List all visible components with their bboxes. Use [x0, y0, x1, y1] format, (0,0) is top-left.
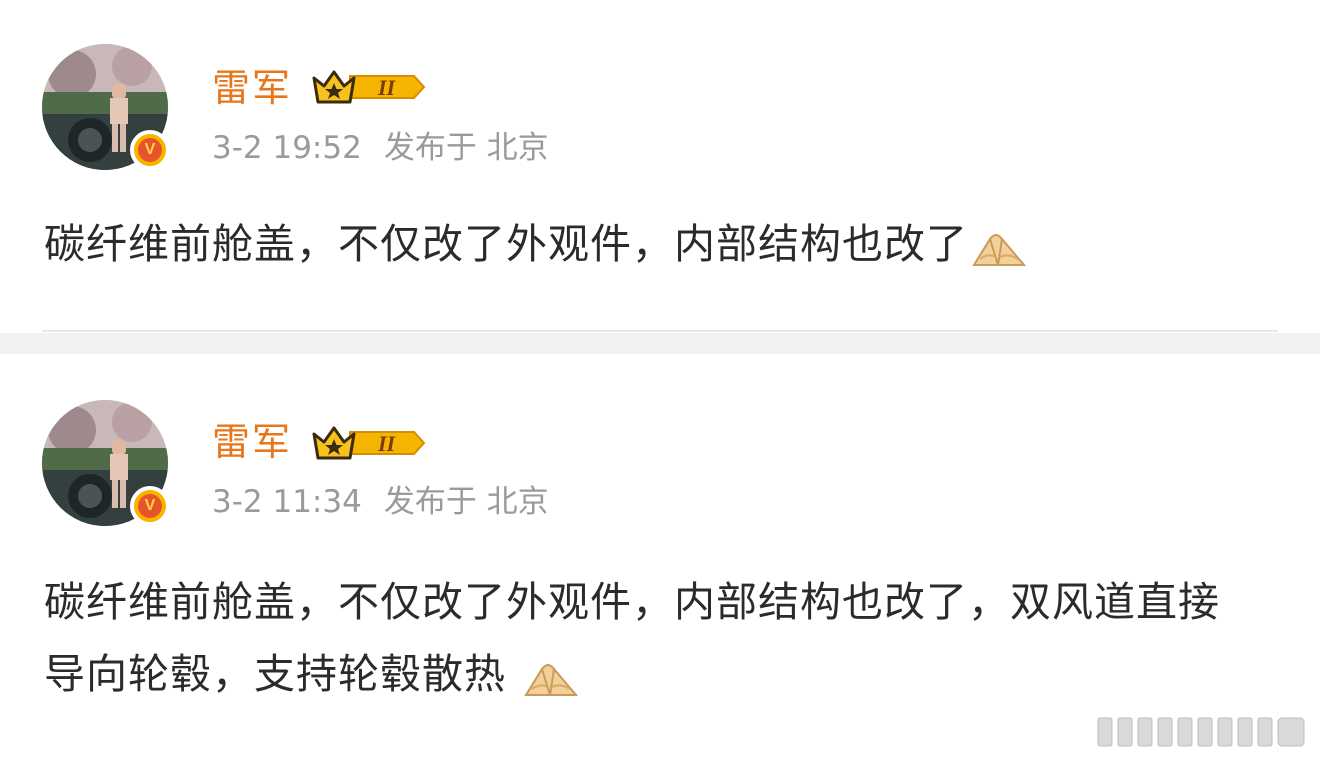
author-name[interactable]: 雷军 [212, 420, 292, 464]
vip-level: II [377, 431, 397, 456]
post-meta: 3-2 19:52 发布于 北京 [212, 130, 571, 166]
vip-level: II [377, 75, 397, 100]
hands-emoji-icon [524, 664, 579, 696]
post-time: 3-2 19:52 [212, 130, 362, 166]
hands-emoji-icon [972, 234, 1027, 266]
post-divider [42, 330, 1278, 332]
weibo-post-2[interactable]: V 雷军 II 3-2 11:34 发布于 北京 碳纤维前舱盖，不仅改了外观件，内… [0, 354, 1320, 763]
post-time: 3-2 11:34 [212, 484, 362, 520]
post-location: 发布于 北京 [383, 130, 549, 166]
post-text: 碳纤维前舱盖，不仅改了外观件，内部结构也改了 [44, 208, 1260, 280]
post-location: 发布于 北京 [383, 484, 549, 520]
weibo-post-1[interactable]: V 雷军 II 3-2 19:52 发布于 北京 碳纤维前舱盖，不仅改了外观件，内… [0, 0, 1320, 332]
post-text: 碳纤维前舱盖，不仅改了外观件，内部结构也改了，双风道直接导向轮毂，支持轮毂散热 [44, 578, 1220, 698]
watermark-icon [1097, 717, 1305, 747]
vip-crown-icon[interactable]: II [310, 66, 426, 108]
verified-badge-icon: V [130, 486, 170, 526]
verified-badge-icon: V [130, 130, 170, 170]
feed-gap [0, 333, 1320, 354]
author-name[interactable]: 雷军 [212, 66, 292, 110]
post-meta: 3-2 11:34 发布于 北京 [212, 484, 571, 520]
vip-crown-icon[interactable]: II [310, 422, 426, 464]
